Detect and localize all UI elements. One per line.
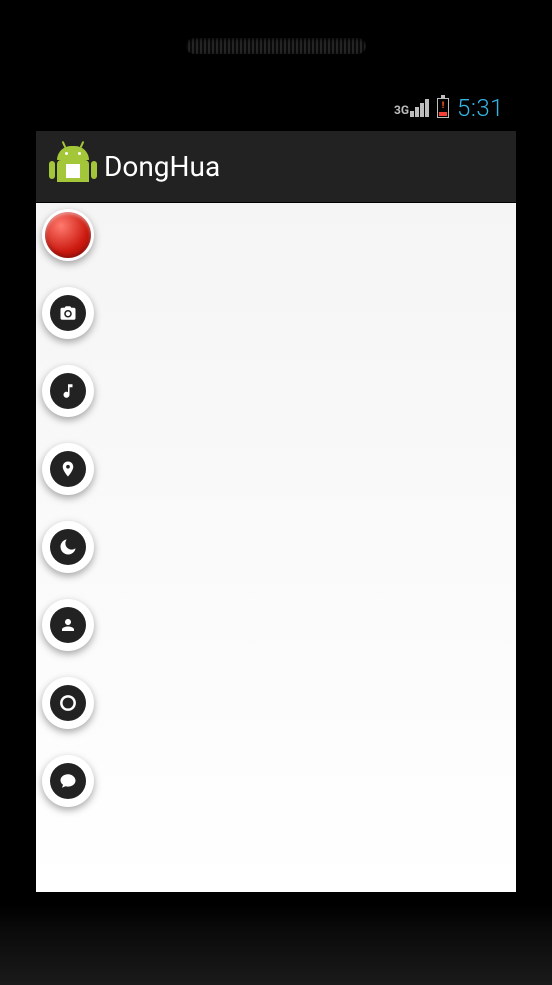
record-icon	[45, 212, 91, 258]
chat-button[interactable]	[42, 755, 94, 807]
person-icon	[59, 616, 77, 634]
music-icon	[59, 382, 77, 400]
moon-button[interactable]	[42, 521, 94, 573]
music-button[interactable]	[42, 365, 94, 417]
network-label: 3G	[394, 103, 409, 117]
status-bar: 3G ! 5:31	[36, 85, 516, 131]
status-clock: 5:31	[457, 94, 504, 122]
person-button[interactable]	[42, 599, 94, 651]
device-frame: 3G ! 5:31 DongHua	[0, 0, 552, 985]
circle-button[interactable]	[42, 677, 94, 729]
camera-icon	[59, 304, 77, 322]
circle-icon	[58, 693, 78, 713]
network-indicator: 3G	[394, 99, 429, 117]
camera-button[interactable]	[42, 287, 94, 339]
moon-icon	[59, 538, 77, 556]
signal-icon	[410, 99, 429, 117]
app-title: DongHua	[104, 150, 220, 183]
device-bezel-top	[0, 0, 552, 85]
action-bar: DongHua	[36, 131, 516, 203]
screen: 3G ! 5:31 DongHua	[36, 85, 516, 892]
location-button[interactable]	[42, 443, 94, 495]
content-area	[36, 203, 516, 892]
battery-icon: !	[437, 98, 449, 118]
chat-icon	[59, 772, 77, 790]
record-button[interactable]	[42, 209, 94, 261]
location-icon	[59, 460, 77, 478]
phone-speaker	[186, 38, 366, 54]
device-bezel-bottom	[0, 905, 552, 985]
app-icon	[52, 146, 94, 188]
fab-column	[42, 209, 510, 807]
